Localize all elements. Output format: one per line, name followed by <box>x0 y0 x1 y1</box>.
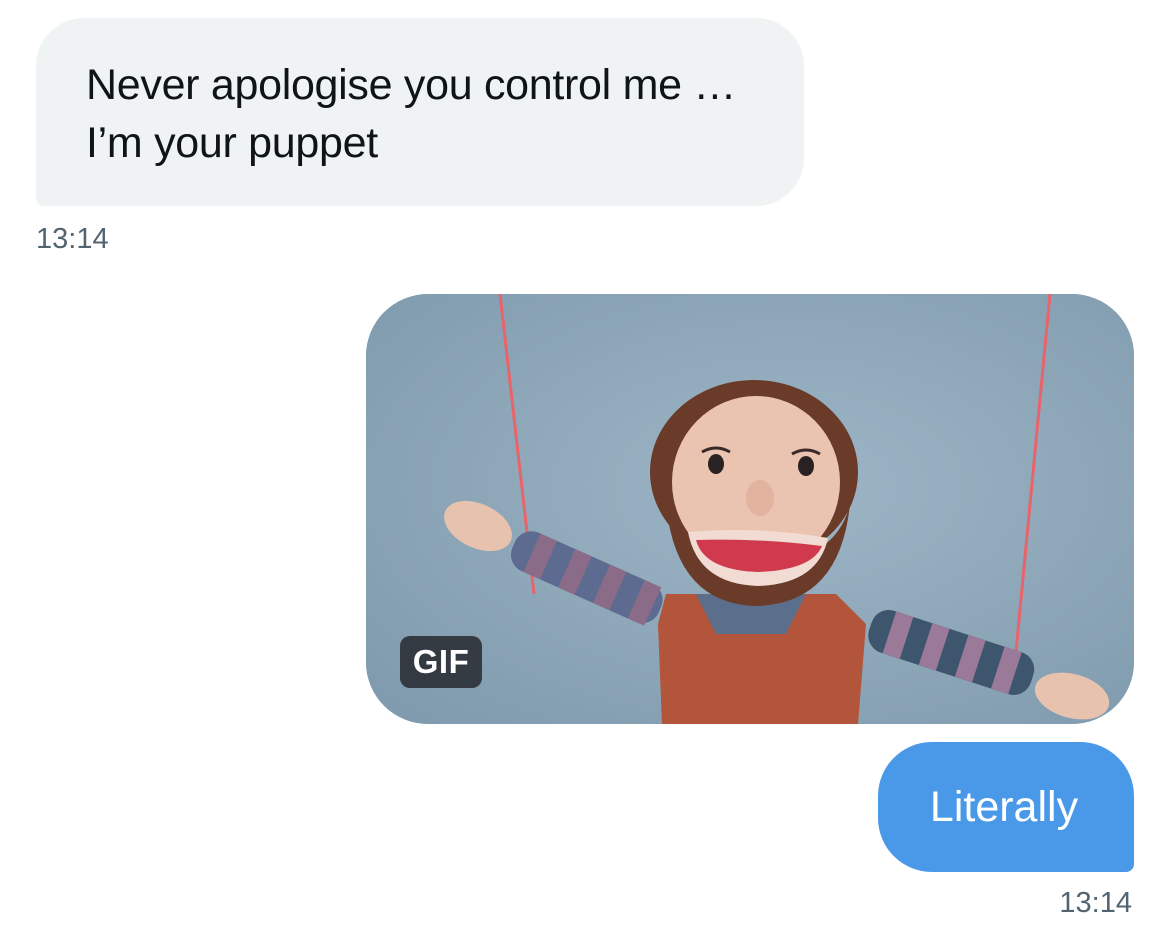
outgoing-message-bubble[interactable]: Literally <box>878 742 1134 872</box>
incoming-message-bubble[interactable]: Never apologise you control me … I’m you… <box>36 18 804 206</box>
message-timestamp: 13:14 <box>1059 887 1132 919</box>
message-timestamp: 13:14 <box>36 223 109 255</box>
gif-badge: GIF <box>400 636 482 688</box>
incoming-message-text: Never apologise you control me … I’m you… <box>86 61 737 167</box>
gif-message[interactable]: GIF <box>366 294 1134 724</box>
outgoing-message-text: Literally <box>929 783 1079 831</box>
